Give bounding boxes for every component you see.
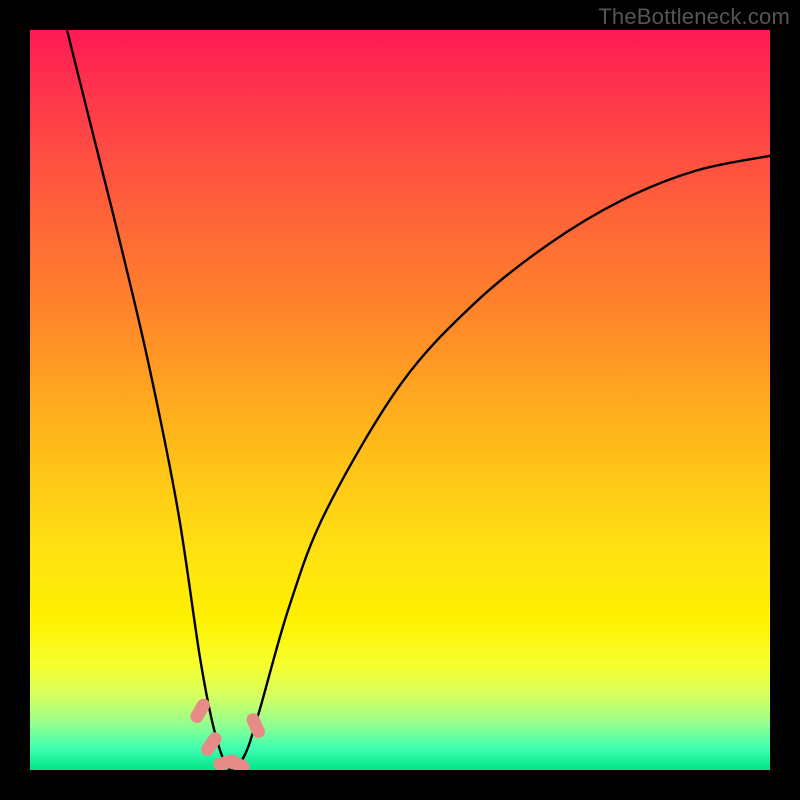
bottleneck-curve-svg xyxy=(30,30,770,770)
curve-markers-group xyxy=(188,696,267,770)
bottleneck-curve-path xyxy=(67,30,770,770)
watermark-text: TheBottleneck.com xyxy=(598,4,790,30)
curve-marker xyxy=(244,711,267,740)
chart-plot-area xyxy=(30,30,770,770)
